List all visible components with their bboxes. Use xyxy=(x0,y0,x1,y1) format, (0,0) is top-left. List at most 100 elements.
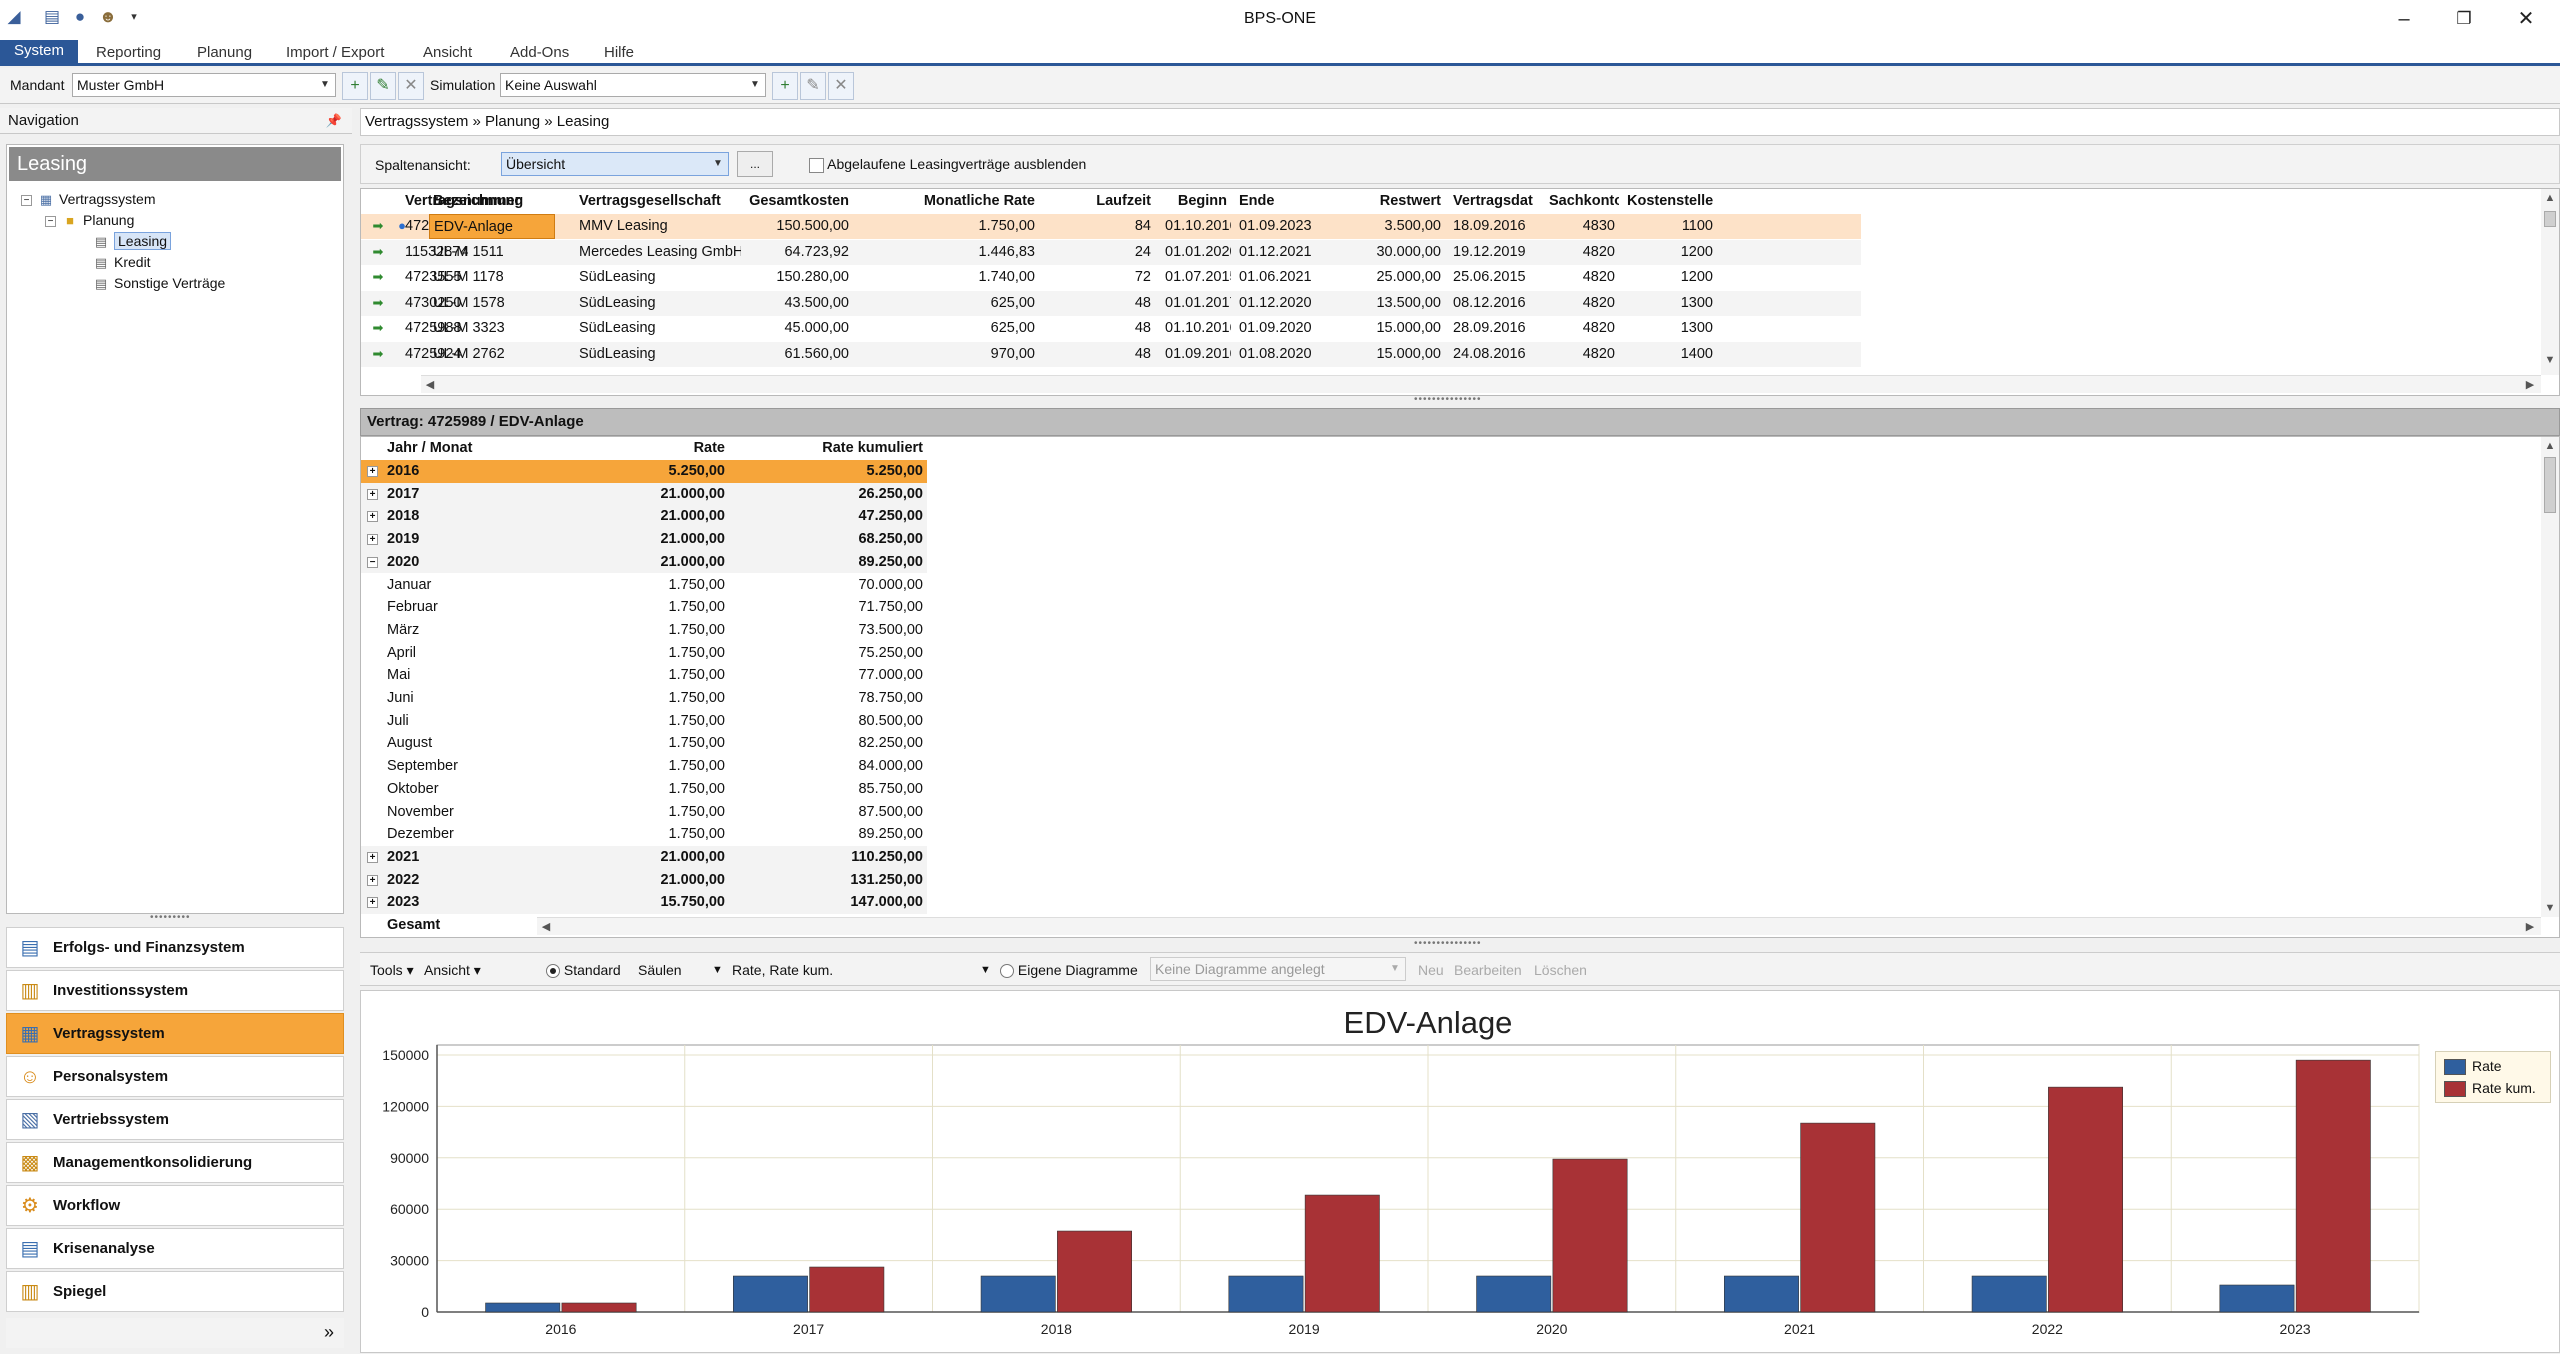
table-cell-laufzeit[interactable]: 48 xyxy=(1045,291,1155,316)
pin-icon[interactable]: 📌 xyxy=(326,108,342,134)
minimize-button[interactable]: – xyxy=(2376,4,2432,34)
table-cell-ende[interactable]: 01.08.2020 xyxy=(1235,342,1349,367)
mandant-select[interactable]: Muster GmbH ▼ xyxy=(72,73,336,97)
chevron-right-icon[interactable]: » xyxy=(324,1322,334,1343)
grid-horizontal-scrollbar[interactable]: ◀ ▶ xyxy=(421,375,2541,393)
table-cell-gesamtkosten[interactable]: 43.500,00 xyxy=(703,291,853,316)
column-header-gesamtkosten[interactable]: Gesamtkosten xyxy=(703,189,853,214)
table-cell-kostenstelle[interactable]: 1200 xyxy=(1623,240,1717,265)
chevron-down-icon[interactable]: ▼ xyxy=(980,964,991,976)
scroll-up-icon[interactable]: ▲ xyxy=(2541,437,2559,455)
module-workflow[interactable]: ⚙ Workflow xyxy=(6,1185,344,1226)
edit-simulation-icon[interactable]: ✎ xyxy=(800,72,826,100)
column-header-ende[interactable]: Ende xyxy=(1235,189,1349,214)
edit-icon[interactable]: ✎ xyxy=(370,72,396,100)
table-row[interactable]: ➡●4725989EDV-AnlageMMV Leasing150.500,00… xyxy=(361,214,1861,239)
month-row[interactable]: Oktober 1.750,00 85.750,00 xyxy=(361,778,927,801)
chart-kind-select[interactable]: Säulen xyxy=(638,962,682,978)
table-cell-beginn[interactable]: 01.01.2020 xyxy=(1161,240,1231,265)
radio-icon[interactable] xyxy=(1000,964,1014,979)
table-row[interactable]: ➡ 4730250 UL-M 1578 SüdLeasing 43.500,00 625,… xyxy=(361,290,1861,316)
year-row[interactable]: +2017 21.000,00 26.250,00 xyxy=(361,482,927,506)
module-investitionssystem[interactable]: ▥ Investitionssystem xyxy=(6,970,344,1011)
table-cell-kostenstelle[interactable]: 1200 xyxy=(1623,265,1717,290)
table-cell-vertragsdat[interactable]: 24.08.2016 xyxy=(1449,342,1539,367)
year-row[interactable]: +2022 21.000,00 131.250,00 xyxy=(361,868,927,892)
standard-radio[interactable]: Standard xyxy=(546,962,621,979)
eigene-diagramme-select[interactable]: Keine Diagramme angelegt ▼ xyxy=(1150,957,1406,981)
tree-item-kredit[interactable]: ▤ Kredit xyxy=(93,252,151,272)
expand-icon[interactable]: + xyxy=(367,488,378,500)
table-cell-ende[interactable]: 01.09.2020 xyxy=(1235,316,1349,341)
menu-hilfe[interactable]: Hilfe xyxy=(590,42,648,66)
month-row[interactable]: Dezember 1.750,00 89.250,00 xyxy=(361,823,927,846)
table-row[interactable]: ➡ 11532874 UL-M 1511 Mercedes Leasing GmbH 6… xyxy=(361,239,1861,265)
add-simulation-icon[interactable]: + xyxy=(772,72,798,100)
detail-col-year[interactable]: Jahr / Monat xyxy=(383,437,535,460)
table-cell-bezeichnung[interactable]: UL-M 1511 xyxy=(429,240,555,265)
month-row[interactable]: August 1.750,00 82.250,00 xyxy=(361,732,927,755)
table-cell-beginn[interactable]: 01.07.2015 xyxy=(1161,265,1231,290)
table-cell-bezeichnung[interactable]: EDV-Anlage xyxy=(429,214,555,239)
scroll-down-icon[interactable]: ▼ xyxy=(2541,351,2559,369)
menu-add-ons[interactable]: Add-Ons xyxy=(496,42,583,66)
table-cell-restwert[interactable]: 15.000,00 xyxy=(1355,316,1445,341)
table-cell-kostenstelle[interactable]: 1300 xyxy=(1623,316,1717,341)
column-header-laufzeit[interactable]: Laufzeit xyxy=(1045,189,1155,214)
close-button[interactable]: ✕ xyxy=(2498,4,2554,34)
table-cell-restwert[interactable]: 3.500,00 xyxy=(1355,214,1445,239)
table-row[interactable]: ➡ 4725924 UL-M 2762 SüdLeasing 61.560,00 970,… xyxy=(361,341,1861,367)
table-cell-kostenstelle[interactable]: 1300 xyxy=(1623,291,1717,316)
table-cell-sachkonto[interactable]: 4820 xyxy=(1545,342,1619,367)
table-cell-vertragsdat[interactable]: 28.09.2016 xyxy=(1449,316,1539,341)
column-header-bezeichnung[interactable]: Bezeichnung xyxy=(429,189,555,214)
table-cell-ende[interactable]: 01.06.2021 xyxy=(1235,265,1349,290)
table-cell-gesamtkosten[interactable]: 61.560,00 xyxy=(703,342,853,367)
grid-splitter[interactable]: ••••••••••••••• xyxy=(1414,394,1482,405)
grid-vertical-scrollbar[interactable]: ▲ ▼ xyxy=(2541,189,2559,375)
module-personalsystem[interactable]: ☺ Personalsystem xyxy=(6,1056,344,1097)
table-cell-vertragsdat[interactable]: 25.06.2015 xyxy=(1449,265,1539,290)
chevron-down-icon[interactable]: ▼ xyxy=(712,964,723,976)
loeschen-button[interactable]: Löschen xyxy=(1534,962,1587,978)
scroll-left-icon[interactable]: ◀ xyxy=(537,918,555,936)
month-row[interactable]: Juli 1.750,00 80.500,00 xyxy=(361,710,927,733)
simulation-select[interactable]: Keine Auswahl ▼ xyxy=(500,73,766,97)
table-cell-sachkonto[interactable]: 4820 xyxy=(1545,240,1619,265)
scroll-down-icon[interactable]: ▼ xyxy=(2541,899,2559,917)
tree-item-leasing[interactable]: ▤ Leasing xyxy=(93,231,172,251)
add-icon[interactable]: + xyxy=(342,72,368,100)
expand-icon[interactable]: + xyxy=(367,534,378,546)
module-vertragssystem[interactable]: ▦ Vertragssystem xyxy=(6,1013,344,1054)
table-cell-bezeichnung[interactable]: UL-M 2762 xyxy=(429,342,555,367)
year-row[interactable]: +2023 15.750,00 147.000,00 xyxy=(361,891,927,914)
table-cell-restwert[interactable]: 13.500,00 xyxy=(1355,291,1445,316)
module-vertriebssystem[interactable]: ▧ Vertriebssystem xyxy=(6,1099,344,1140)
table-cell-gesamtkosten[interactable]: 150.280,00 xyxy=(703,265,853,290)
table-cell-gesamtkosten[interactable]: 45.000,00 xyxy=(703,316,853,341)
delete-icon[interactable]: ✕ xyxy=(398,72,424,100)
row-arrow-icon[interactable]: ➡ xyxy=(369,244,387,260)
more-options-button[interactable]: ... xyxy=(737,151,773,177)
table-cell-monatliche-rate[interactable]: 970,00 xyxy=(879,342,1039,367)
table-cell-restwert[interactable]: 30.000,00 xyxy=(1355,240,1445,265)
month-row[interactable]: Februar 1.750,00 71.750,00 xyxy=(361,596,927,619)
expand-icon[interactable]: + xyxy=(367,851,378,863)
detail-splitter[interactable]: ••••••••••••••• xyxy=(1414,938,1482,949)
scroll-thumb[interactable] xyxy=(2544,211,2556,227)
row-arrow-icon[interactable]: ➡ xyxy=(369,218,387,234)
delete-simulation-icon[interactable]: ✕ xyxy=(828,72,854,100)
table-cell-restwert[interactable]: 15.000,00 xyxy=(1355,342,1445,367)
table-cell-monatliche-rate[interactable]: 625,00 xyxy=(879,316,1039,341)
eigene-radio[interactable]: Eigene Diagramme xyxy=(1000,962,1138,979)
table-cell-sachkonto[interactable]: 4830 xyxy=(1545,214,1619,239)
expand-icon[interactable]: + xyxy=(367,511,378,523)
menu-import-export[interactable]: Import / Export xyxy=(272,42,398,66)
module-spiegel[interactable]: ▥ Spiegel xyxy=(6,1271,344,1312)
table-cell-ende[interactable]: 01.09.2023 xyxy=(1235,214,1349,239)
detail-horizontal-scrollbar[interactable]: ◀ ▶ xyxy=(537,917,2541,935)
table-cell-monatliche-rate[interactable]: 1.740,00 xyxy=(879,265,1039,290)
table-cell-laufzeit[interactable]: 48 xyxy=(1045,316,1155,341)
month-row[interactable]: Januar 1.750,00 70.000,00 xyxy=(361,574,927,597)
table-cell-sachkonto[interactable]: 4820 xyxy=(1545,316,1619,341)
